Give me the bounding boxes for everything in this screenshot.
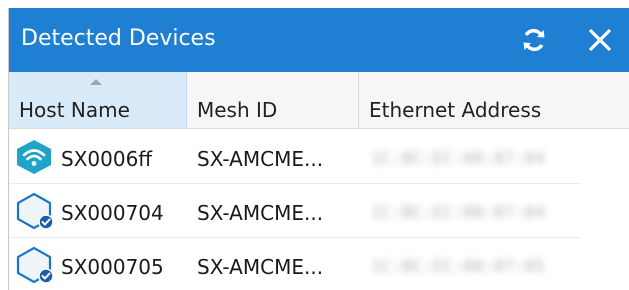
host-name-cell: SX0006ff [61,147,153,171]
sort-ascending-icon [90,79,102,85]
host-name-cell: SX000704 [61,201,164,225]
close-button[interactable] [580,20,620,60]
device-list: SX0006ff SX-AMCME... 1C:BC:EC:00:07:04 S… [9,130,629,290]
wifi-hex-icon [17,140,51,174]
refresh-icon [523,28,545,52]
mesh-id-cell: SX-AMCME... [197,255,324,279]
title-bar: Detected Devices [9,8,629,72]
table-row[interactable]: SX000705 SX-AMCME... 1C:BC:EC:00:07:05 [9,238,629,290]
column-header-host-name[interactable]: Host Name [9,72,187,128]
column-header-mesh-id[interactable]: Mesh ID [187,72,359,128]
column-header-ethernet-address[interactable]: Ethernet Address [359,72,629,128]
column-label: Mesh ID [197,98,278,122]
host-name-cell: SX000705 [61,255,164,279]
ethernet-address-cell: 1C:BC:EC:00:07:05 [371,257,545,277]
window-title: Detected Devices [21,26,216,51]
close-icon [588,28,612,52]
ethernet-address-cell: 1C:BC:EC:00:07:04 [371,149,545,169]
refresh-button[interactable] [514,20,554,60]
ethernet-address-cell: 1C:BC:EC:00:07:04 [371,203,545,223]
table-header: Host Name Mesh ID Ethernet Address [9,72,629,129]
mesh-id-cell: SX-AMCME... [197,147,324,171]
mesh-id-cell: SX-AMCME... [197,201,324,225]
hex-check-icon [16,246,54,284]
detected-devices-window: Detected Devices Host Name Mesh ID Ether… [8,8,629,290]
column-label: Ethernet Address [369,98,542,122]
column-label: Host Name [19,98,130,122]
table-row[interactable]: SX000704 SX-AMCME... 1C:BC:EC:00:07:04 [9,184,629,238]
table-row[interactable]: SX0006ff SX-AMCME... 1C:BC:EC:00:07:04 [9,130,629,184]
hex-check-icon [16,192,54,230]
